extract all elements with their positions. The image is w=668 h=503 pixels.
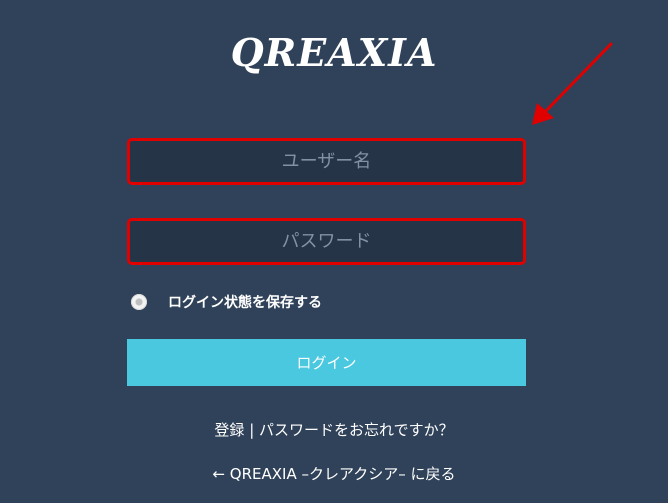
- remember-me-label: ログイン状態を保存する: [168, 295, 322, 311]
- annotation-arrow-icon: [532, 42, 613, 125]
- remember-me-row[interactable]: ログイン状態を保存する: [131, 292, 322, 312]
- register-link[interactable]: 登録: [214, 421, 244, 439]
- forgot-password-link[interactable]: パスワードをお忘れですか？: [259, 421, 454, 439]
- remember-me-radio[interactable]: [131, 294, 147, 310]
- password-input[interactable]: [127, 218, 526, 265]
- account-links: 登録 | パスワードをお忘れですか？: [0, 419, 668, 440]
- username-input[interactable]: [127, 138, 526, 185]
- login-button[interactable]: ログイン: [127, 339, 526, 386]
- links-separator: |: [249, 421, 255, 439]
- back-to-site-link[interactable]: ← QREAXIA –クレアクシア– に戻る: [0, 463, 668, 484]
